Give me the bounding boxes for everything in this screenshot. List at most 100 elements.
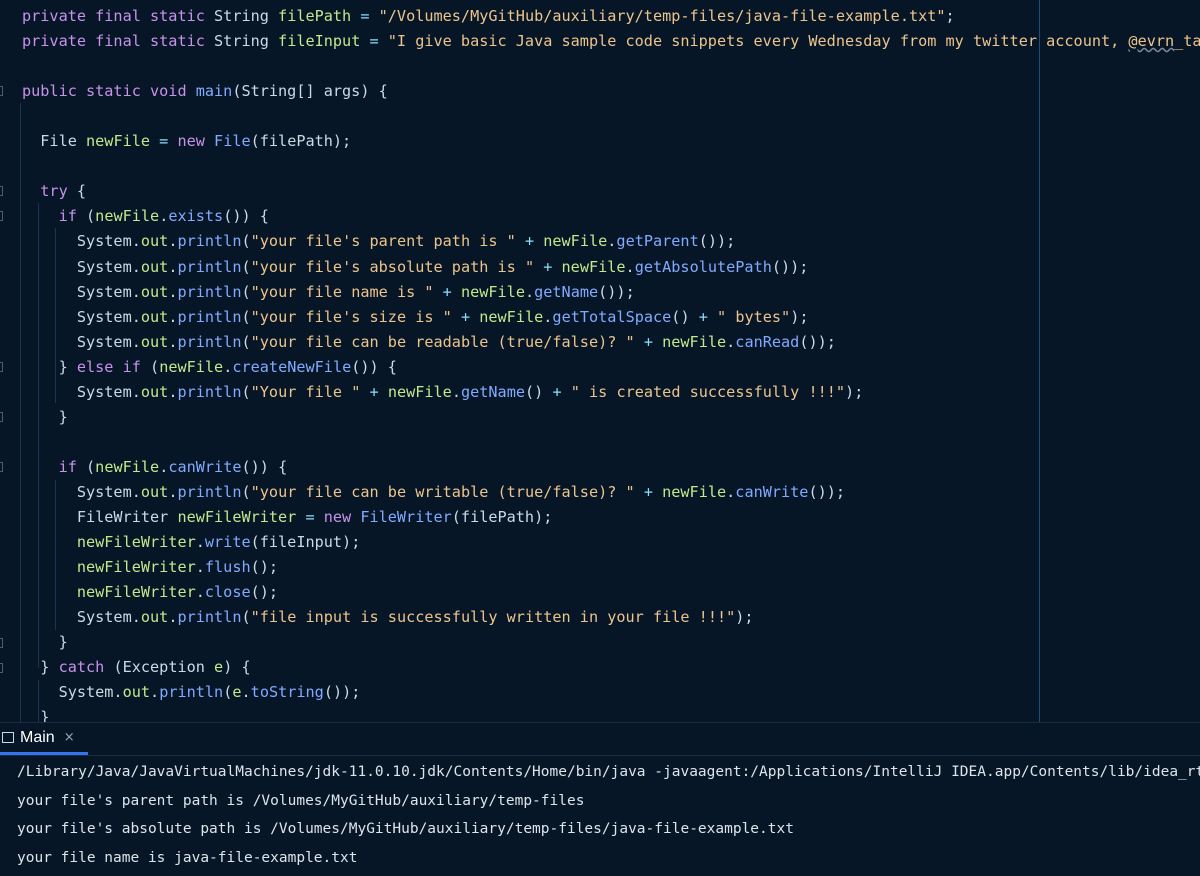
code-token: (fileInput); bbox=[250, 533, 361, 552]
code-token: "your file's parent path is " bbox=[250, 232, 516, 251]
code-token: println bbox=[177, 482, 242, 501]
fold-marker-icon[interactable] bbox=[0, 86, 3, 96]
code-token: ( bbox=[223, 683, 233, 702]
console-output-line: your file's parent path is /Volumes/MyGi… bbox=[17, 793, 585, 809]
fold-marker-icon[interactable] bbox=[0, 211, 3, 221]
code-line[interactable]: if (newFile.canWrite()) { bbox=[22, 455, 288, 480]
code-token: out bbox=[140, 232, 169, 251]
code-line[interactable]: FileWriter newFileWriter = new FileWrite… bbox=[22, 505, 553, 530]
code-line[interactable]: System.out.println("your file name is " … bbox=[22, 280, 635, 305]
code-token: . bbox=[159, 207, 169, 226]
code-line[interactable]: } bbox=[22, 405, 68, 430]
code-token: newFile bbox=[95, 457, 160, 476]
code-line[interactable]: private final static String fileInput = … bbox=[22, 29, 1200, 54]
code-token: System. bbox=[22, 482, 141, 501]
fold-marker-icon[interactable] bbox=[0, 462, 3, 472]
code-token: ()) { bbox=[351, 357, 397, 376]
code-token: newFile bbox=[86, 132, 151, 151]
code-line[interactable]: System.out.println("your file's size is … bbox=[22, 305, 809, 330]
code-token: flush bbox=[204, 558, 251, 577]
code-token: + bbox=[543, 382, 571, 401]
code-token: = bbox=[150, 132, 178, 151]
code-token: (Exception bbox=[113, 658, 215, 677]
close-icon[interactable]: × bbox=[64, 730, 75, 745]
code-token: () bbox=[671, 307, 690, 326]
code-token: ()); bbox=[698, 232, 736, 251]
code-token: + bbox=[515, 232, 544, 251]
code-line[interactable]: File newFile = new File(filePath); bbox=[22, 129, 351, 154]
fold-marker-icon[interactable] bbox=[0, 412, 3, 422]
code-token: out bbox=[140, 482, 169, 501]
code-token: . bbox=[241, 683, 251, 702]
code-token: fileInput bbox=[278, 32, 361, 51]
code-line[interactable]: System.out. println("your file can be wri… bbox=[22, 480, 845, 505]
code-line[interactable]: } bbox=[22, 705, 49, 722]
code-line[interactable]: System.out.println("file input is succes… bbox=[22, 605, 754, 630]
code-line[interactable]: System.out.println("your file's parent p… bbox=[22, 229, 735, 254]
code-token: ) { bbox=[223, 658, 251, 677]
code-token: canWrite bbox=[735, 482, 809, 501]
code-line[interactable]: newFileWriter.flush(); bbox=[22, 555, 278, 580]
code-token: "/Volumes/MyGitHub/auxiliary/temp-files/… bbox=[378, 7, 946, 25]
code-token: String bbox=[214, 32, 279, 51]
code-token: ( bbox=[241, 282, 251, 301]
code-line[interactable]: private final static String filePath = "… bbox=[22, 4, 955, 29]
code-token: System. bbox=[22, 683, 123, 702]
run-config-icon bbox=[2, 732, 14, 743]
code-token: . bbox=[726, 332, 736, 351]
code-line[interactable]: System.out. println("Your file " + newFil… bbox=[22, 380, 863, 405]
code-editor[interactable]: private final static String filePath = "… bbox=[0, 0, 1200, 722]
code-token: ( bbox=[241, 482, 251, 501]
code-token: public static void bbox=[22, 82, 196, 101]
code-token: + bbox=[360, 382, 388, 401]
code-line[interactable]: System.out.println(e.toString()); bbox=[22, 680, 361, 705]
fold-marker-icon[interactable] bbox=[0, 186, 3, 196]
fold-marker-icon[interactable] bbox=[0, 362, 3, 372]
code-token: newFileWriter bbox=[22, 583, 196, 602]
code-token: (); bbox=[250, 558, 279, 577]
code-token: + bbox=[534, 257, 562, 276]
code-line[interactable]: } bbox=[22, 630, 68, 655]
code-line[interactable]: System.out. println("your file's absolute… bbox=[22, 255, 809, 280]
fold-marker-icon[interactable] bbox=[0, 663, 3, 673]
code-token: println bbox=[177, 307, 242, 326]
code-token: newFile bbox=[662, 332, 727, 351]
code-line[interactable]: System.out. println("your file can be rea… bbox=[22, 330, 836, 355]
code-token: ( bbox=[241, 232, 251, 251]
code-line[interactable]: public static void main(String[] args) { bbox=[22, 79, 388, 104]
code-token: ()); bbox=[323, 683, 361, 702]
code-line[interactable]: newFileWriter.close(); bbox=[22, 580, 278, 605]
code-line[interactable]: try { bbox=[22, 179, 86, 204]
code-line[interactable]: } else if (newFile.createNewFile()) { bbox=[22, 355, 397, 380]
code-token: (filePath); bbox=[451, 508, 553, 526]
code-line[interactable]: if (newFile.exists()) { bbox=[22, 204, 269, 229]
code-token: println bbox=[177, 608, 242, 627]
code-token: ; bbox=[945, 7, 955, 25]
code-token: . bbox=[159, 457, 169, 476]
code-token: out bbox=[140, 307, 169, 326]
code-token: FileWriter bbox=[360, 508, 452, 526]
code-token: System. bbox=[22, 232, 141, 251]
run-tab-bar: Main × bbox=[0, 723, 1200, 756]
code-token: File bbox=[22, 132, 87, 151]
code-token: " bytes" bbox=[717, 307, 791, 326]
indent-guide bbox=[20, 103, 21, 722]
code-token: "your file's absolute path is " bbox=[250, 257, 535, 276]
code-line[interactable]: } catch (Exception e) { bbox=[22, 655, 251, 680]
code-token: "your file name is " bbox=[250, 282, 434, 301]
code-token: newFile bbox=[479, 307, 544, 326]
console-output-line: your file name is java-file-example.txt bbox=[17, 850, 358, 866]
code-token: . bbox=[451, 382, 461, 401]
code-token: ( bbox=[86, 207, 96, 226]
code-token: try bbox=[22, 182, 77, 201]
code-token: . bbox=[223, 357, 233, 376]
code-token: if bbox=[22, 457, 87, 476]
code-token: new bbox=[177, 132, 215, 151]
code-token: System. bbox=[22, 382, 141, 401]
code-token: ( bbox=[150, 357, 160, 376]
code-line[interactable]: newFileWriter.write(fileInput); bbox=[22, 530, 360, 555]
run-tab-main[interactable]: Main × bbox=[0, 723, 88, 755]
code-token: e bbox=[214, 658, 224, 677]
code-token: . bbox=[195, 558, 205, 577]
fold-marker-icon[interactable] bbox=[0, 638, 3, 648]
